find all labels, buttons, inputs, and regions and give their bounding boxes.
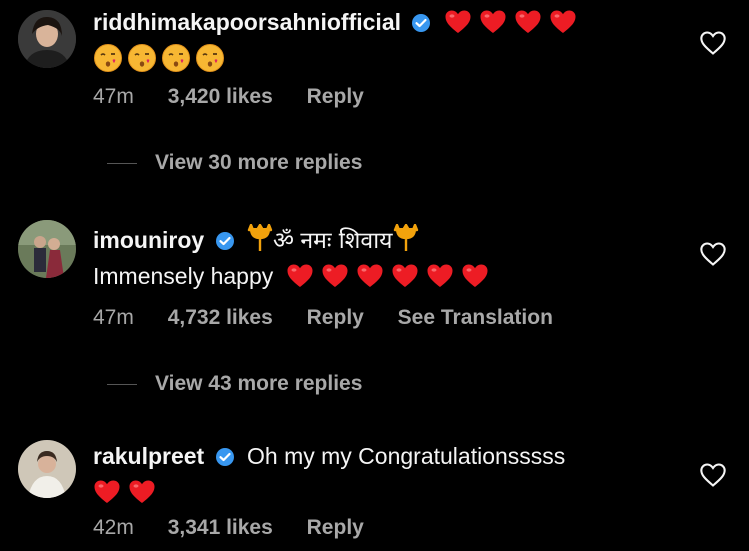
red-heart-emoji xyxy=(392,264,418,287)
om-symbol: ॐ xyxy=(272,228,294,254)
caption-text: नमः शिवाय xyxy=(300,228,393,254)
comment-text: Immensely happy xyxy=(93,263,274,289)
view-more-label[interactable]: View 30 more replies xyxy=(155,151,362,174)
timestamp: 47m xyxy=(93,306,134,329)
verified-badge-icon xyxy=(215,445,235,473)
divider xyxy=(107,383,137,385)
likes-count[interactable]: 3,341 likes xyxy=(168,516,273,539)
kiss-emoji-group xyxy=(93,44,229,72)
avatar[interactable] xyxy=(18,10,76,68)
divider xyxy=(107,162,137,164)
red-heart-emoji xyxy=(129,480,155,503)
red-heart-emoji xyxy=(322,264,348,287)
username[interactable]: imouniroy xyxy=(93,227,204,253)
face-blowing-kiss-emoji xyxy=(162,44,190,72)
timestamp: 42m xyxy=(93,516,134,539)
red-heart-emoji xyxy=(94,480,120,503)
red-heart-emoji-group xyxy=(444,9,584,35)
timestamp: 47m xyxy=(93,85,134,108)
face-blowing-kiss-emoji xyxy=(196,44,224,72)
reply-button[interactable]: Reply xyxy=(307,85,364,108)
reply-button[interactable]: Reply xyxy=(307,306,364,329)
heart-outline-icon[interactable] xyxy=(699,462,727,488)
trident-icon xyxy=(247,224,273,251)
comment-meta: 42m 3,341 likes Reply xyxy=(93,516,392,540)
red-heart-emoji xyxy=(462,264,488,287)
comment-meta: 47m 3,420 likes Reply xyxy=(93,85,392,109)
heart-outline-icon[interactable] xyxy=(699,30,727,56)
face-blowing-kiss-emoji xyxy=(128,44,156,72)
comment-text: Oh my my Congratulationsssss xyxy=(247,443,566,469)
red-heart-emoji xyxy=(480,10,506,33)
reply-button[interactable]: Reply xyxy=(307,516,364,539)
trident-icon xyxy=(393,224,418,251)
red-heart-emoji xyxy=(357,264,383,287)
red-heart-emoji xyxy=(287,264,313,287)
view-more-label[interactable]: View 43 more replies xyxy=(155,372,362,395)
avatar[interactable] xyxy=(18,440,76,498)
comment-meta: 47m 4,732 likes Reply See Translation xyxy=(93,306,581,330)
red-heart-emoji-group xyxy=(286,263,496,289)
view-more-replies[interactable]: View 30 more replies xyxy=(107,151,362,175)
face-blowing-kiss-emoji xyxy=(94,44,122,72)
red-heart-emoji xyxy=(550,10,576,33)
likes-count[interactable]: 4,732 likes xyxy=(168,306,273,329)
username[interactable]: riddhimakapoorsahniofficial xyxy=(93,9,401,35)
likes-count[interactable]: 3,420 likes xyxy=(168,85,273,108)
heart-outline-icon[interactable] xyxy=(699,241,727,267)
avatar[interactable] xyxy=(18,220,76,278)
red-heart-emoji xyxy=(427,264,453,287)
see-translation-button[interactable]: See Translation xyxy=(398,306,553,329)
verified-badge-icon xyxy=(215,229,235,257)
view-more-replies[interactable]: View 43 more replies xyxy=(107,372,362,396)
red-heart-emoji xyxy=(515,10,541,33)
username[interactable]: rakulpreet xyxy=(93,443,204,469)
red-heart-emoji xyxy=(445,10,471,33)
verified-badge-icon xyxy=(411,11,431,39)
red-heart-emoji-group xyxy=(93,479,163,505)
